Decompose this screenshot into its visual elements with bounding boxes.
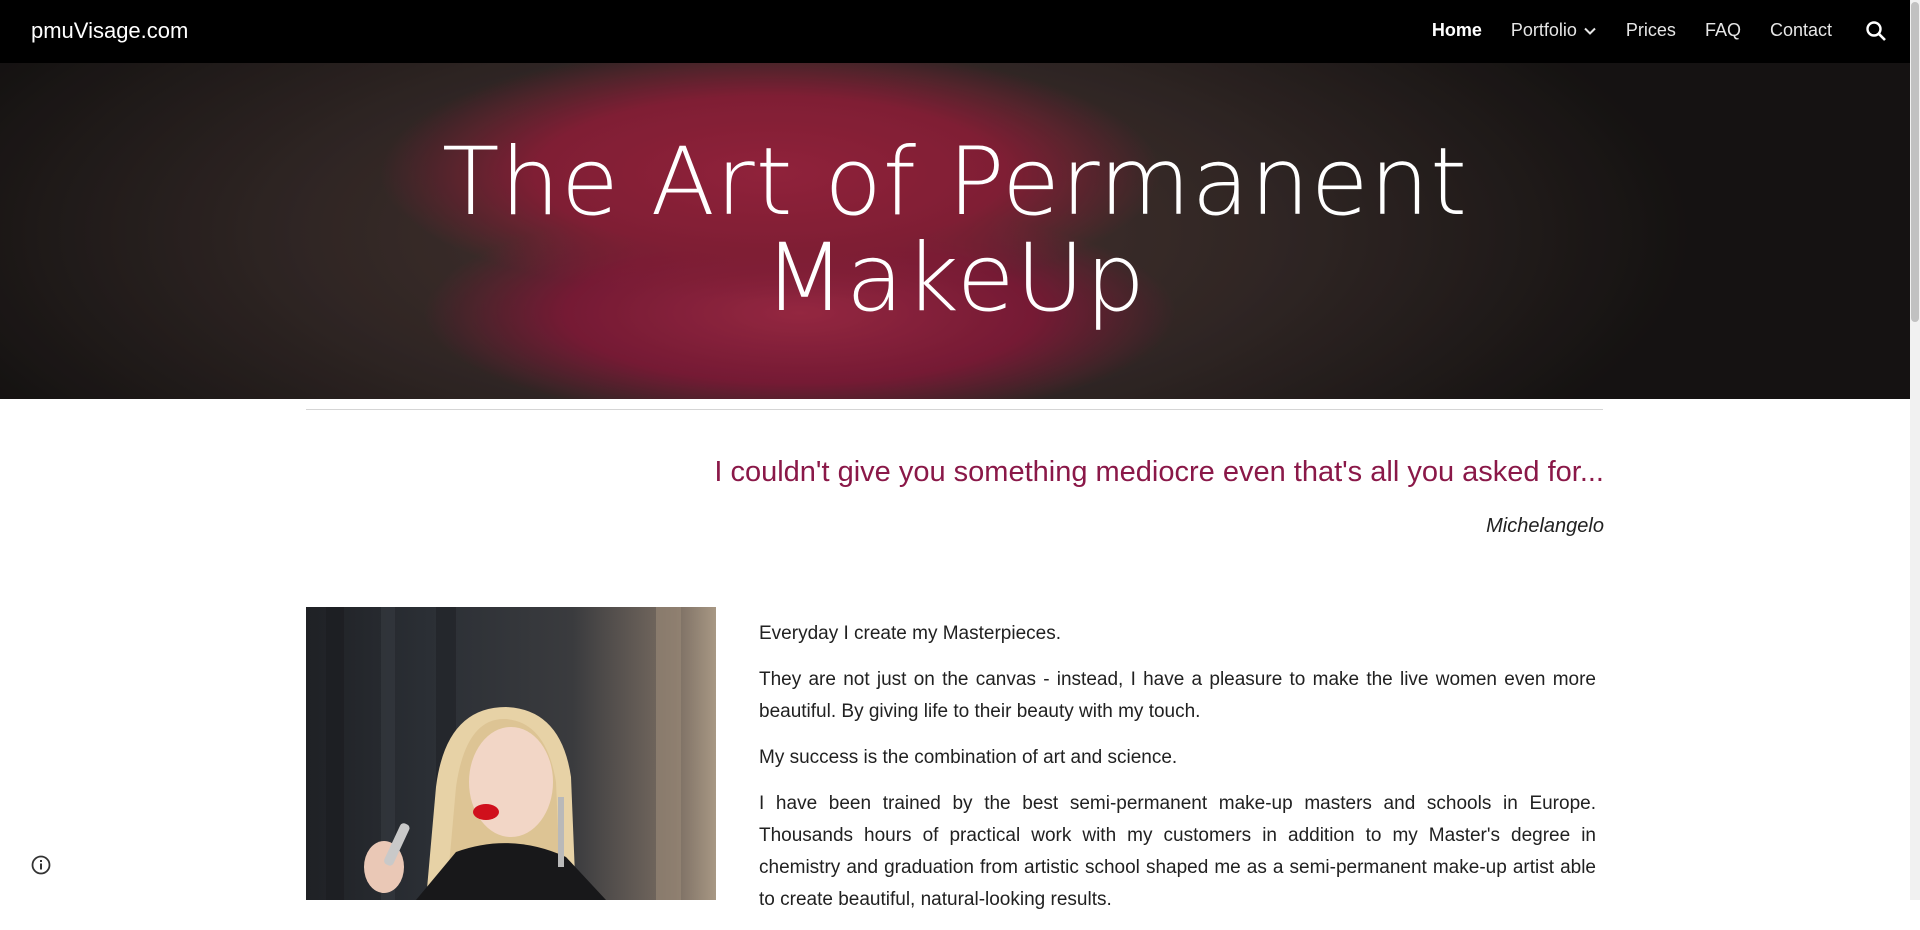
- nav-item-prices[interactable]: Prices: [1626, 20, 1676, 41]
- intro-paragraph-1: Everyday I create my Masterpieces.: [759, 623, 1061, 644]
- main-nav: Home Portfolio Prices FAQ Contact: [1403, 20, 1832, 41]
- hero-banner: The Art of Permanent MakeUp: [0, 63, 1910, 399]
- search-icon[interactable]: [1864, 19, 1888, 43]
- intro-paragraph-3: My success is the combination of art and…: [759, 747, 1178, 768]
- info-icon[interactable]: [30, 854, 52, 876]
- site-title[interactable]: pmuVisage.com: [31, 18, 188, 44]
- hero-title: The Art of Permanent MakeUp: [0, 135, 1910, 327]
- section-divider: [306, 409, 1603, 410]
- nav-item-home[interactable]: Home: [1432, 20, 1482, 41]
- hero-title-line-1: The Art of Permanent: [441, 128, 1469, 237]
- nav-item-contact[interactable]: Contact: [1770, 20, 1832, 41]
- quote-author: Michelangelo: [1486, 515, 1604, 537]
- hero-title-line-2: MakeUp: [763, 224, 1147, 333]
- chevron-down-icon[interactable]: [1583, 24, 1597, 38]
- nav-item-portfolio[interactable]: Portfolio: [1511, 20, 1597, 41]
- scrollbar-thumb[interactable]: [1911, 2, 1919, 322]
- quote-text: I couldn't give you something mediocre e…: [714, 456, 1604, 488]
- nav-item-faq[interactable]: FAQ: [1705, 20, 1741, 41]
- intro-paragraph-2: They are not just on the canvas - instea…: [759, 669, 1596, 722]
- portrait-illustration: [326, 607, 681, 900]
- intro-text: Everyday I create my Masterpieces. They …: [759, 618, 1596, 930]
- nav-item-portfolio-label: Portfolio: [1510, 20, 1577, 40]
- artist-portrait-image: [306, 607, 716, 900]
- top-navigation-bar: pmuVisage.com Home Portfolio Prices FAQ …: [0, 0, 1910, 63]
- page-scrollbar[interactable]: [1910, 0, 1920, 900]
- intro-paragraph-4: I have been trained by the best semi-per…: [759, 793, 1596, 910]
